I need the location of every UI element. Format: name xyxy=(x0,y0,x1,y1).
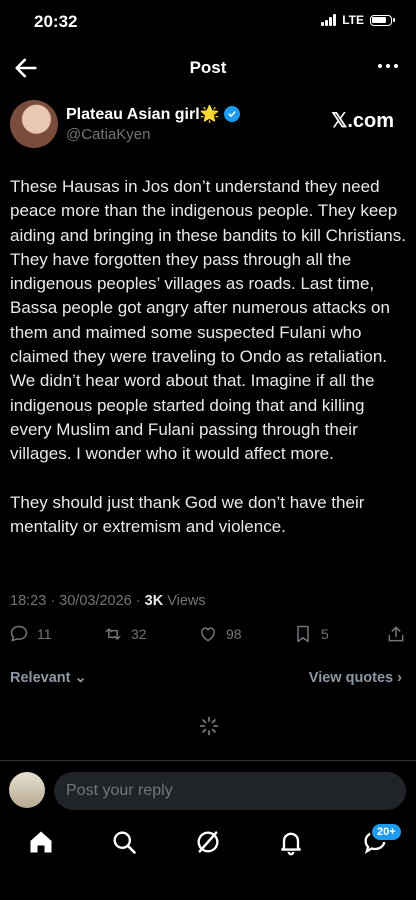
repost-icon xyxy=(105,628,121,640)
views-count: 3K xyxy=(144,593,164,609)
reply-input[interactable]: Post your reply xyxy=(54,772,406,810)
post-text: These Hausas in Jos don’t understand the… xyxy=(10,175,406,539)
home-icon[interactable] xyxy=(27,828,55,856)
search-icon[interactable] xyxy=(110,828,138,856)
chevron-right-icon: › xyxy=(397,670,402,686)
verified-badge-icon xyxy=(223,106,240,122)
repost-count: 32 xyxy=(131,626,147,642)
view-quotes-link[interactable]: View quotes › xyxy=(309,670,402,686)
author-name-row[interactable]: Plateau Asian girl🌟 xyxy=(66,104,240,124)
post-actions: 11 32 98 5 xyxy=(0,624,416,652)
bookmark-count: 5 xyxy=(321,626,329,642)
sort-relevant-label: Relevant xyxy=(10,670,71,686)
post-timestamp: 18:23 · 30/03/2026 · xyxy=(10,593,145,609)
like-count: 98 xyxy=(226,626,242,642)
share-button[interactable] xyxy=(386,624,406,644)
post-meta: 18:23 · 30/03/2026 · 3K Views xyxy=(10,593,206,609)
post-author: Plateau Asian girl🌟 @CatiaKyen 𝕏.com xyxy=(8,100,408,152)
grok-icon[interactable] xyxy=(194,828,222,856)
status-bar: 20:32 LTE xyxy=(0,0,416,44)
chevron-down-icon: ⌄ xyxy=(74,670,87,686)
reply-icon xyxy=(10,625,28,642)
signal-icon xyxy=(321,14,337,26)
more-options-icon[interactable] xyxy=(378,64,398,68)
divider xyxy=(0,760,416,761)
like-button[interactable]: 98 xyxy=(198,624,242,644)
notifications-bell-icon[interactable] xyxy=(277,828,305,856)
sort-relevant-dropdown[interactable]: Relevant ⌄ xyxy=(10,670,87,686)
author-handle[interactable]: @CatiaKyen xyxy=(66,126,150,143)
share-icon xyxy=(388,626,404,642)
user-avatar[interactable] xyxy=(9,772,45,808)
messages-badge: 20+ xyxy=(370,822,403,842)
status-time: 20:32 xyxy=(34,12,78,31)
bottom-nav xyxy=(0,822,416,862)
reply-placeholder: Post your reply xyxy=(66,782,173,799)
post-paragraph: They should just thank God we don’t have… xyxy=(10,492,365,536)
post-paragraph: These Hausas in Jos don’t understand the… xyxy=(10,177,406,464)
view-quotes-label: View quotes xyxy=(308,670,394,686)
reply-count: 11 xyxy=(37,626,52,642)
bookmark-icon xyxy=(297,625,309,643)
status-indicators: LTE xyxy=(321,13,395,27)
loading-spinner-icon xyxy=(199,716,219,736)
heart-icon xyxy=(200,627,216,642)
battery-icon xyxy=(370,14,395,26)
x-com-logo: 𝕏.com xyxy=(331,110,394,132)
author-name[interactable]: Plateau Asian girl🌟 xyxy=(66,104,220,124)
network-type: LTE xyxy=(342,13,364,27)
reply-button[interactable]: 11 xyxy=(9,624,52,644)
views-label: Views xyxy=(163,593,206,609)
page-title: Post xyxy=(189,58,227,77)
author-avatar[interactable] xyxy=(10,100,58,148)
bookmark-button[interactable]: 5 xyxy=(293,624,329,644)
top-bar: Post xyxy=(0,44,416,90)
repost-button[interactable]: 32 xyxy=(103,624,147,644)
